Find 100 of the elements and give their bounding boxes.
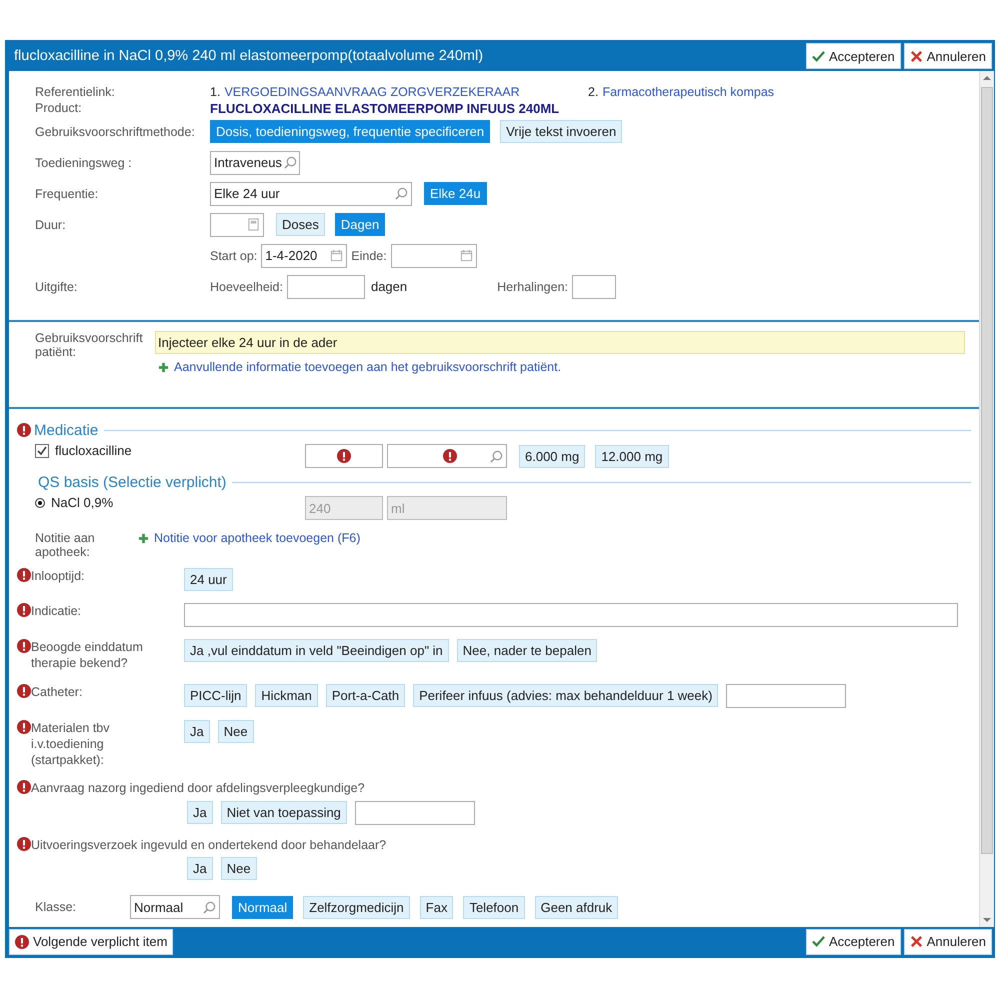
option-button[interactable]: 24 uur <box>184 568 233 591</box>
option-button[interactable]: Fax <box>420 896 454 919</box>
warning-icon <box>443 449 457 463</box>
option-button[interactable]: Nee, nader te bepalen <box>456 639 598 662</box>
section-heading: Medicatie <box>34 422 98 438</box>
cancel-button[interactable]: Annuleren <box>904 928 992 955</box>
radio-button[interactable] <box>35 498 45 508</box>
dose-field[interactable] <box>305 444 383 468</box>
scrollbar[interactable] <box>979 71 994 927</box>
option-button[interactable]: Elke 24u <box>424 182 487 205</box>
option-button[interactable]: Telefoon <box>463 896 525 919</box>
cancel-button[interactable]: Annuleren <box>904 43 992 69</box>
repeats-field[interactable] <box>572 274 616 298</box>
field-label: Referentielink: <box>35 85 116 99</box>
accept-button[interactable]: Accepteren <box>806 928 901 955</box>
product-name: FLUCLOXACILLINE ELASTOMEERPOMP INFUUS 240ML <box>210 100 560 116</box>
duration-field[interactable] <box>210 212 264 236</box>
option-button[interactable]: Dosis, toedieningsweg, frequentie specificeren <box>210 120 490 143</box>
calculator-icon <box>247 218 260 231</box>
reference-link[interactable]: VERGOEDINGSAANVRAAG ZORGVERZEKERAAR <box>224 85 520 99</box>
question-label: Beoogde einddatum therapie bekend? <box>31 639 144 672</box>
option-button[interactable]: Dagen <box>334 213 386 236</box>
plus-icon <box>138 532 149 544</box>
option-button[interactable]: Doses <box>276 213 325 236</box>
warning-icon <box>15 934 29 949</box>
option-button[interactable]: Ja ,vul einddatum in veld "Beeindigen op" in <box>184 639 449 662</box>
reference-link[interactable]: Farmacotherapeutisch kompas <box>602 85 774 99</box>
option-button[interactable]: Zelfzorgmedicijn <box>303 896 410 919</box>
field-label: Product: <box>35 101 83 115</box>
question-label: Uitvoeringsverzoek ingevuld en ondertekend door behandelaar? <box>31 836 386 853</box>
search-icon <box>203 900 216 914</box>
field-label: Gebruiksvoorschriftmethode: <box>35 124 196 138</box>
option-button[interactable]: Niet van toepassing <box>220 801 347 824</box>
option-button[interactable]: Port-a-Cath <box>326 684 406 707</box>
frequency-field[interactable]: Elke 24 uur <box>210 182 412 206</box>
option-button[interactable]: Normaal <box>232 896 294 919</box>
close-icon <box>910 50 923 62</box>
unit-field: ml <box>387 496 507 520</box>
calendar-icon <box>460 249 473 262</box>
unit-field[interactable] <box>387 444 507 468</box>
quantity-field[interactable] <box>286 274 365 298</box>
option-button[interactable]: Ja <box>187 856 213 880</box>
checkmark-icon <box>812 50 825 62</box>
field-label: Uitgifte: <box>35 280 78 294</box>
add-link[interactable]: Notitie voor apotheek toevoegen (F6) <box>138 531 360 545</box>
option-button[interactable]: Ja <box>187 801 213 824</box>
dose-option[interactable]: 6.000 mg <box>519 444 586 468</box>
accept-button[interactable]: Accepteren <box>806 43 901 69</box>
field-label: Hoeveelheid: <box>210 280 283 294</box>
text-field[interactable] <box>354 800 475 824</box>
search-icon <box>284 156 297 169</box>
add-link[interactable]: Aanvullende informatie toevoegen aan het gebruiksvoorschrift patiënt. <box>158 360 965 374</box>
text-field[interactable] <box>184 603 958 627</box>
question-label: Indicatie: <box>31 603 82 620</box>
option-button[interactable]: Ja <box>184 720 210 742</box>
field-label: Frequentie: <box>35 186 100 200</box>
question-label: Materialen tbv i.v.toediening (startpakket): <box>31 720 111 768</box>
dose-option[interactable]: 12.000 mg <box>595 444 669 468</box>
field-label: Herhalingen: <box>497 280 568 294</box>
calendar-icon <box>330 249 344 262</box>
link-number: 2. <box>588 85 598 99</box>
date-field[interactable] <box>390 244 477 268</box>
date-field[interactable]: 1-4-2020 <box>261 244 348 268</box>
search-icon <box>490 450 503 462</box>
field-label: Klasse: <box>35 900 77 914</box>
window-title: flucloxacilline in NaCl 0,9% 240 ml elastomeerpomp(totaalvolume 240ml) <box>14 48 484 64</box>
search-icon <box>395 187 408 200</box>
question-label: Aanvraag nazorg ingediend door afdelingsverpleegkundige? <box>31 780 365 796</box>
option-button[interactable]: Nee <box>220 856 257 880</box>
option-button[interactable]: Hickman <box>255 684 318 707</box>
option-button[interactable]: Perifeer infuus (advies: max behandelduur 1 week) <box>413 684 718 707</box>
field-label: Start op: <box>210 248 258 262</box>
question-label: Catheter: <box>31 684 84 700</box>
scroll-down-icon <box>983 916 991 923</box>
instruction-field[interactable]: Injecteer elke 24 uur in de ader <box>155 331 965 354</box>
option-button[interactable]: Nee <box>218 720 254 742</box>
option-button[interactable]: Geen afdruk <box>534 896 618 919</box>
field-label: Gebruiksvoorschrift patiënt: <box>35 331 144 359</box>
medication-name: flucloxacilline <box>55 443 132 458</box>
field-label: Notitie aan apotheek: <box>35 531 96 559</box>
unit-label: dagen <box>370 279 408 294</box>
close-icon <box>910 935 923 948</box>
scroll-thumb[interactable] <box>981 87 993 854</box>
medication-name: NaCl 0,9% <box>51 495 114 510</box>
checkbox[interactable] <box>35 444 49 458</box>
plus-icon <box>158 362 169 372</box>
scroll-up-icon <box>983 75 991 81</box>
section-heading: QS basis (Selectie verplicht) <box>38 474 226 490</box>
class-field[interactable]: Normaal <box>130 895 220 920</box>
question-label: Inlooptijd: <box>31 568 86 584</box>
checkmark-icon <box>812 935 825 948</box>
field-label: Einde: <box>351 248 387 262</box>
option-button[interactable]: PICC-lijn <box>184 684 248 707</box>
option-button[interactable]: Vrije tekst invoeren <box>500 120 622 143</box>
field-label: Duur: <box>35 218 67 232</box>
amount-field: 240 <box>305 496 383 520</box>
text-field[interactable] <box>726 684 846 708</box>
route-field[interactable]: Intraveneus <box>210 150 300 174</box>
link-number: 1. <box>210 85 220 99</box>
next-required-button[interactable]: Volgende verplicht item <box>9 928 174 955</box>
